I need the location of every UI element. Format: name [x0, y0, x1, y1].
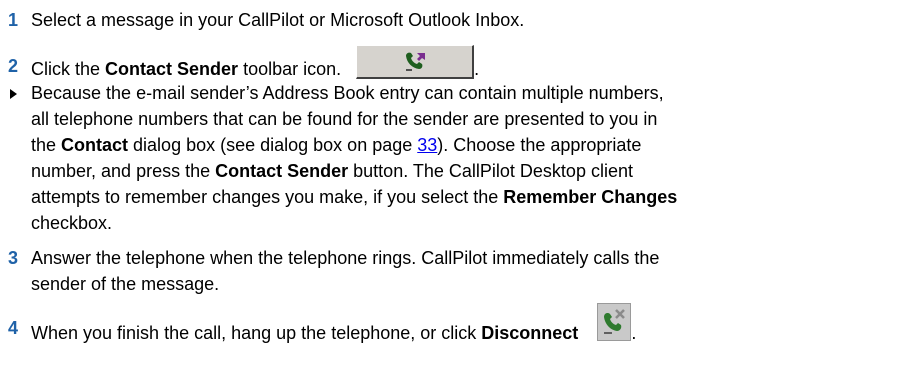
contact-dialog-label: Contact	[61, 135, 129, 155]
step-text-end: .	[631, 322, 637, 343]
bullet-text: button. The CallPilot Desktop client	[348, 161, 633, 181]
step-text: sender of the message.	[31, 274, 220, 294]
bullet-text: the	[31, 135, 62, 155]
bullet-text: dialog box (see dialog box on page	[128, 135, 418, 155]
step-text-pre: Click the	[31, 58, 106, 79]
step-text: Answer the telephone when the telephone …	[31, 248, 660, 268]
step-number: 3	[8, 248, 19, 268]
bullet-text: ). Choose the appropriate	[437, 135, 642, 155]
step-number: 1	[8, 10, 19, 30]
step-number: 2	[8, 56, 19, 76]
bullet-text: attempts to remember changes you make, i…	[31, 187, 504, 207]
step-text-post: toolbar icon.	[238, 58, 342, 79]
contact-sender-label: Contact Sender	[105, 58, 239, 79]
remember-changes-label: Remember Changes	[503, 187, 678, 207]
disconnect-button[interactable]	[597, 303, 632, 341]
bullet-line: all telephone numbers that can be found …	[31, 109, 658, 129]
contact-sender-button-label: Contact Sender	[215, 161, 349, 181]
disconnect-phone-icon	[604, 309, 626, 334]
contact-sender-phone-icon	[406, 52, 426, 71]
step-text: Select a message in your CallPilot or Mi…	[31, 10, 525, 30]
step-text-end: .	[474, 58, 480, 79]
bullet-marker-icon	[10, 89, 17, 99]
contact-sender-toolbar-button[interactable]	[356, 45, 475, 79]
bullet-text: number, and press the	[31, 161, 216, 181]
step-number: 4	[8, 318, 19, 338]
disconnect-label: Disconnect	[481, 322, 579, 343]
step-text-pre: When you finish the call, hang up the te…	[31, 322, 482, 343]
bullet-line: Because the e-mail sender’s Address Book…	[31, 83, 664, 103]
page-link[interactable]: 33	[417, 135, 437, 155]
bullet-line: checkbox.	[31, 213, 113, 233]
